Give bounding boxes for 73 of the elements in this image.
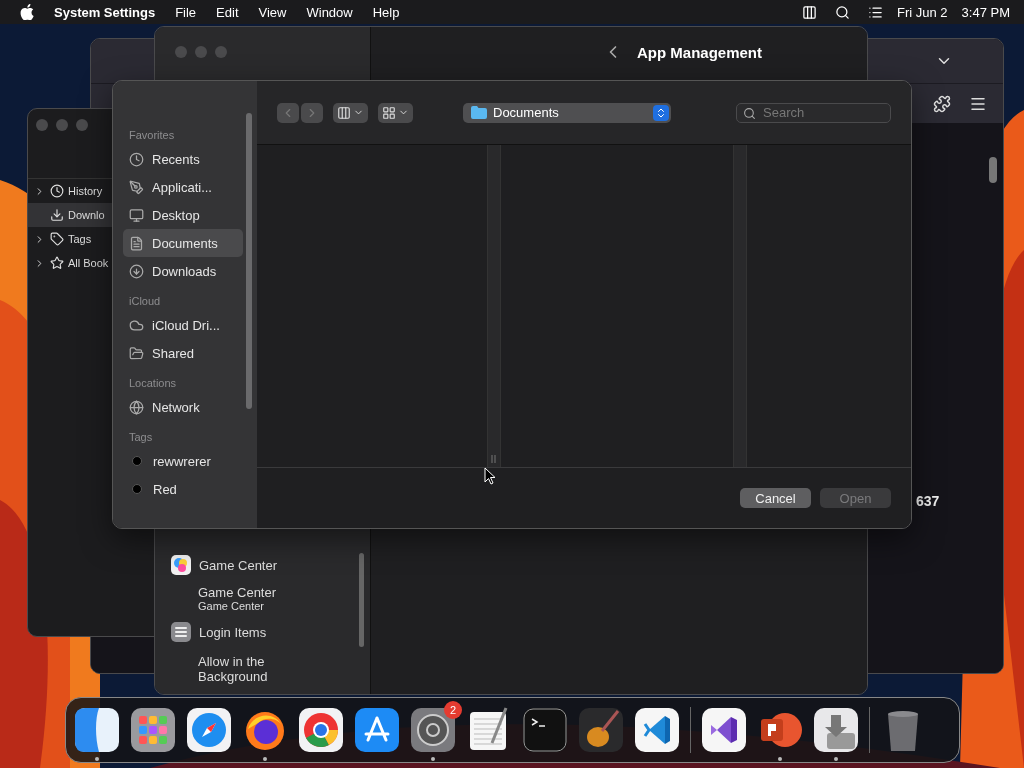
item-title: Game Center xyxy=(198,585,278,600)
document-icon xyxy=(129,235,144,251)
folder-icon xyxy=(129,345,144,361)
app-store-icon[interactable] xyxy=(354,707,400,753)
section-heading: Locations xyxy=(128,377,178,389)
section-heading: Tags xyxy=(128,431,154,443)
back-button[interactable] xyxy=(277,102,299,123)
sidebar-item[interactable]: Recents xyxy=(123,145,243,173)
section-heading: iCloud xyxy=(128,295,162,307)
clock-icon xyxy=(129,151,144,167)
menu-date[interactable]: Fri Jun 2 xyxy=(897,4,948,20)
settings-item[interactable]: Game Center xyxy=(171,551,370,579)
bubbles-icon xyxy=(171,555,191,575)
guitar-icon[interactable] xyxy=(578,707,624,753)
terminal-icon[interactable] xyxy=(522,707,568,753)
pen-icon xyxy=(129,179,144,195)
notification-badge: 2 xyxy=(444,701,462,719)
menu-item[interactable]: File xyxy=(175,4,197,20)
cloud-icon xyxy=(129,317,144,333)
split-square-icon[interactable] xyxy=(74,707,120,753)
page-text: 637 xyxy=(916,493,940,509)
infinity-icon[interactable] xyxy=(701,707,747,753)
view-button[interactable] xyxy=(333,102,368,123)
monitor-icon xyxy=(129,207,144,223)
list-icon xyxy=(171,622,191,642)
menu-item[interactable]: Window xyxy=(306,4,353,20)
menu-item[interactable]: View xyxy=(258,4,287,20)
sidebar-item[interactable]: rewwrerer xyxy=(123,447,243,475)
menu-title[interactable]: System Settings xyxy=(54,4,156,20)
sidebar-item[interactable]: Shared xyxy=(123,339,243,367)
search-field[interactable]: Search xyxy=(736,102,891,123)
stepper-icon xyxy=(653,104,669,121)
library-item-icon xyxy=(50,184,64,198)
resize-grip-icon[interactable] xyxy=(491,455,497,463)
window-title: App Management xyxy=(637,43,762,61)
installer-icon[interactable] xyxy=(813,707,859,753)
settings-item[interactable]: Login Items xyxy=(171,618,370,646)
grid-icon xyxy=(382,105,396,120)
item-subtitle: Game Center xyxy=(198,600,266,612)
item-text: Allow in the Background xyxy=(197,654,269,684)
gear-icon[interactable] xyxy=(410,707,456,753)
forward-button[interactable] xyxy=(301,102,323,123)
menu-item[interactable]: Help xyxy=(372,4,400,20)
library-item-icon xyxy=(50,208,64,222)
puzzle-icon[interactable] xyxy=(933,94,951,113)
library-item-icon xyxy=(50,256,64,270)
sidebar-item[interactable]: Applicati... xyxy=(123,173,243,201)
scroll-thumb[interactable] xyxy=(246,113,252,409)
dialog-button[interactable]: Cancel xyxy=(740,488,811,508)
sidebar-item[interactable]: Documents xyxy=(123,229,243,257)
folder-icon xyxy=(471,106,487,119)
columns-icon xyxy=(337,105,351,120)
section-heading: Favorites xyxy=(128,129,176,141)
location-popup[interactable]: Documents xyxy=(463,102,671,123)
library-item-icon xyxy=(50,232,64,246)
search-icon[interactable] xyxy=(835,4,850,20)
ring-icon[interactable] xyxy=(298,707,344,753)
apple-logo-icon[interactable] xyxy=(20,4,34,20)
sidebar-item[interactable]: Red xyxy=(123,475,243,503)
download-icon xyxy=(129,263,144,279)
code-editor-icon[interactable] xyxy=(634,707,680,753)
app-grid-icon[interactable] xyxy=(130,707,176,753)
cursor-icon xyxy=(484,467,496,485)
sidebar-item[interactable]: Network xyxy=(123,393,243,421)
menu-time[interactable]: 3:47 PM xyxy=(961,4,1010,20)
globe-icon xyxy=(129,399,144,415)
menu-item[interactable]: Edit xyxy=(216,4,239,20)
compass-icon[interactable] xyxy=(186,707,232,753)
scroll-thumb[interactable] xyxy=(989,157,997,183)
group-button[interactable] xyxy=(378,102,413,123)
scroll-thumb[interactable] xyxy=(359,553,364,647)
sidebar-item[interactable]: Downloads xyxy=(123,257,243,285)
sidebar-item[interactable]: iCloud Dri... xyxy=(123,311,243,339)
